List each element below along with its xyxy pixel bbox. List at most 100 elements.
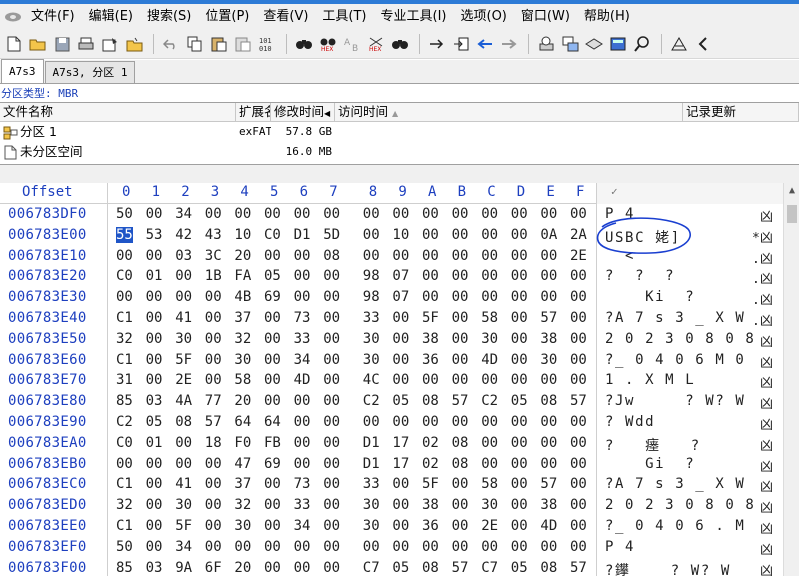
hex-byte[interactable]: 30 bbox=[175, 331, 192, 347]
hex-byte[interactable]: 00 bbox=[205, 372, 222, 388]
hex-byte[interactable]: 57 bbox=[452, 560, 469, 576]
menu-pro-tools[interactable]: 专业工具(I) bbox=[374, 6, 454, 28]
menu-edit[interactable]: 编辑(E) bbox=[82, 6, 140, 28]
hex-byte[interactable]: 00 bbox=[392, 497, 409, 513]
hex-byte[interactable]: 00 bbox=[294, 289, 311, 305]
hex-byte[interactable]: 00 bbox=[323, 476, 340, 492]
hex-byte[interactable]: 00 bbox=[540, 456, 557, 472]
hex-byte[interactable]: 00 bbox=[234, 206, 251, 222]
hex-byte[interactable]: 00 bbox=[392, 310, 409, 326]
hex-byte[interactable]: 00 bbox=[264, 497, 281, 513]
hex-byte[interactable]: 02 bbox=[422, 435, 439, 451]
hex-byte[interactable]: 00 bbox=[175, 268, 192, 284]
hex-byte[interactable]: 00 bbox=[146, 456, 163, 472]
hex-byte[interactable]: 00 bbox=[511, 206, 528, 222]
menu-search[interactable]: 搜索(S) bbox=[140, 6, 198, 28]
hex-byte[interactable]: 00 bbox=[511, 268, 528, 284]
ascii-text[interactable]: P 4 bbox=[605, 206, 775, 222]
hex-byte[interactable]: 00 bbox=[540, 248, 557, 264]
hex-byte[interactable]: 85 bbox=[116, 560, 133, 576]
goto-offset-icon[interactable] bbox=[426, 33, 448, 55]
hex-byte[interactable]: 00 bbox=[205, 206, 222, 222]
hex-byte[interactable]: 00 bbox=[392, 331, 409, 347]
hex-byte[interactable]: 00 bbox=[540, 372, 557, 388]
hex-byte[interactable]: 08 bbox=[175, 414, 192, 430]
hex-byte[interactable]: 2E bbox=[570, 248, 587, 264]
hex-byte[interactable]: 00 bbox=[323, 289, 340, 305]
hex-row[interactable]: 006783DF0 50 00 34 00 00 00 00 00 00 00 00 00 00 00 00 0… bbox=[0, 206, 783, 227]
hex-byte[interactable]: 00 bbox=[392, 414, 409, 430]
hex-byte[interactable]: FB bbox=[264, 435, 281, 451]
hex-byte[interactable]: 00 bbox=[511, 227, 528, 243]
hex-byte[interactable]: 00 bbox=[540, 268, 557, 284]
hex-byte[interactable]: 00 bbox=[452, 227, 469, 243]
hex-byte[interactable]: 00 bbox=[511, 518, 528, 534]
new-icon[interactable] bbox=[3, 33, 25, 55]
hex-byte[interactable]: 30 bbox=[175, 497, 192, 513]
hex-byte[interactable]: 00 bbox=[452, 414, 469, 430]
hex-byte[interactable]: 05 bbox=[146, 414, 163, 430]
hex-byte[interactable]: 00 bbox=[511, 289, 528, 305]
hex-byte[interactable]: 00 bbox=[511, 539, 528, 555]
hex-byte[interactable]: 00 bbox=[294, 268, 311, 284]
hex-byte[interactable]: 00 bbox=[264, 518, 281, 534]
hex-byte[interactable]: 00 bbox=[452, 206, 469, 222]
hex-byte[interactable]: D1 bbox=[363, 456, 380, 472]
hex-byte[interactable]: 00 bbox=[264, 372, 281, 388]
hex-byte[interactable]: 5D bbox=[323, 227, 340, 243]
undo-icon[interactable] bbox=[160, 33, 182, 55]
hex-byte[interactable]: 30 bbox=[363, 497, 380, 513]
hex-byte[interactable]: 30 bbox=[234, 352, 251, 368]
hex-byte[interactable]: 00 bbox=[146, 372, 163, 388]
hex-byte[interactable]: 00 bbox=[294, 414, 311, 430]
next-icon[interactable] bbox=[692, 33, 714, 55]
hex-byte[interactable]: 00 bbox=[264, 560, 281, 576]
ascii-text[interactable]: 2 0 2 3 0 8 0 8 bbox=[605, 497, 775, 513]
hex-byte[interactable]: 00 bbox=[175, 289, 192, 305]
hex-byte[interactable]: 05 bbox=[264, 268, 281, 284]
hex-byte[interactable]: 07 bbox=[392, 289, 409, 305]
hex-byte[interactable]: C1 bbox=[116, 352, 133, 368]
hex-byte[interactable]: 36 bbox=[422, 352, 439, 368]
hex-byte[interactable]: 00 bbox=[570, 539, 587, 555]
hex-byte[interactable]: 32 bbox=[234, 497, 251, 513]
ascii-text[interactable]: ?_ 0 4 0 6 . M bbox=[605, 518, 775, 534]
hex-byte[interactable]: 00 bbox=[146, 497, 163, 513]
hex-row[interactable]: 006783E50 32 00 30 00 32 00 33 00 30 00 38 00 30 00 38 0… bbox=[0, 331, 783, 352]
hex-byte[interactable]: 57 bbox=[570, 393, 587, 409]
hex-byte[interactable]: 00 bbox=[481, 456, 498, 472]
hex-byte[interactable]: 30 bbox=[363, 331, 380, 347]
hex-byte[interactable]: 00 bbox=[540, 414, 557, 430]
hex-byte[interactable]: 57 bbox=[540, 310, 557, 326]
hex-byte[interactable]: 37 bbox=[234, 310, 251, 326]
hex-byte[interactable]: 00 bbox=[511, 456, 528, 472]
menu-help[interactable]: 帮助(H) bbox=[577, 6, 637, 28]
ascii-text[interactable]: < bbox=[605, 248, 775, 264]
hex-byte[interactable]: 00 bbox=[392, 206, 409, 222]
hex-row[interactable]: 006783E90 C2 05 08 57 64 64 00 00 00 00 00 00 00 00 00 0… bbox=[0, 414, 783, 435]
ascii-text[interactable]: ?_ 0 4 0 6 M 0 bbox=[605, 352, 775, 368]
hex-byte[interactable]: 03 bbox=[146, 560, 163, 576]
hex-byte[interactable]: 00 bbox=[323, 268, 340, 284]
hex-byte[interactable]: 2E bbox=[175, 372, 192, 388]
disk-tools-icon[interactable] bbox=[535, 33, 557, 55]
hex-byte[interactable]: 08 bbox=[422, 393, 439, 409]
hex-byte[interactable]: 00 bbox=[570, 352, 587, 368]
hex-byte[interactable]: 00 bbox=[323, 352, 340, 368]
menu-file[interactable]: 文件(F) bbox=[24, 6, 82, 28]
hex-byte[interactable]: 01 bbox=[146, 435, 163, 451]
hex-byte[interactable]: 00 bbox=[294, 248, 311, 264]
hex-byte[interactable]: 17 bbox=[392, 456, 409, 472]
ascii-text[interactable]: ?Jw ? W? W bbox=[605, 393, 775, 409]
hex-byte[interactable]: 00 bbox=[392, 476, 409, 492]
hex-byte[interactable]: 77 bbox=[205, 393, 222, 409]
hex-byte[interactable]: 30 bbox=[481, 497, 498, 513]
hex-byte[interactable]: 00 bbox=[481, 414, 498, 430]
hex-byte[interactable]: 33 bbox=[294, 331, 311, 347]
data-interpreter-icon[interactable] bbox=[559, 33, 581, 55]
hex-byte[interactable]: 30 bbox=[363, 518, 380, 534]
hex-byte[interactable]: 00 bbox=[264, 476, 281, 492]
hex-byte[interactable]: 00 bbox=[264, 248, 281, 264]
hex-row[interactable]: 006783E10 00 00 03 3C 20 00 00 08 00 00 00 00 00 00 00 2… bbox=[0, 248, 783, 269]
hex-byte[interactable]: 00 bbox=[570, 414, 587, 430]
